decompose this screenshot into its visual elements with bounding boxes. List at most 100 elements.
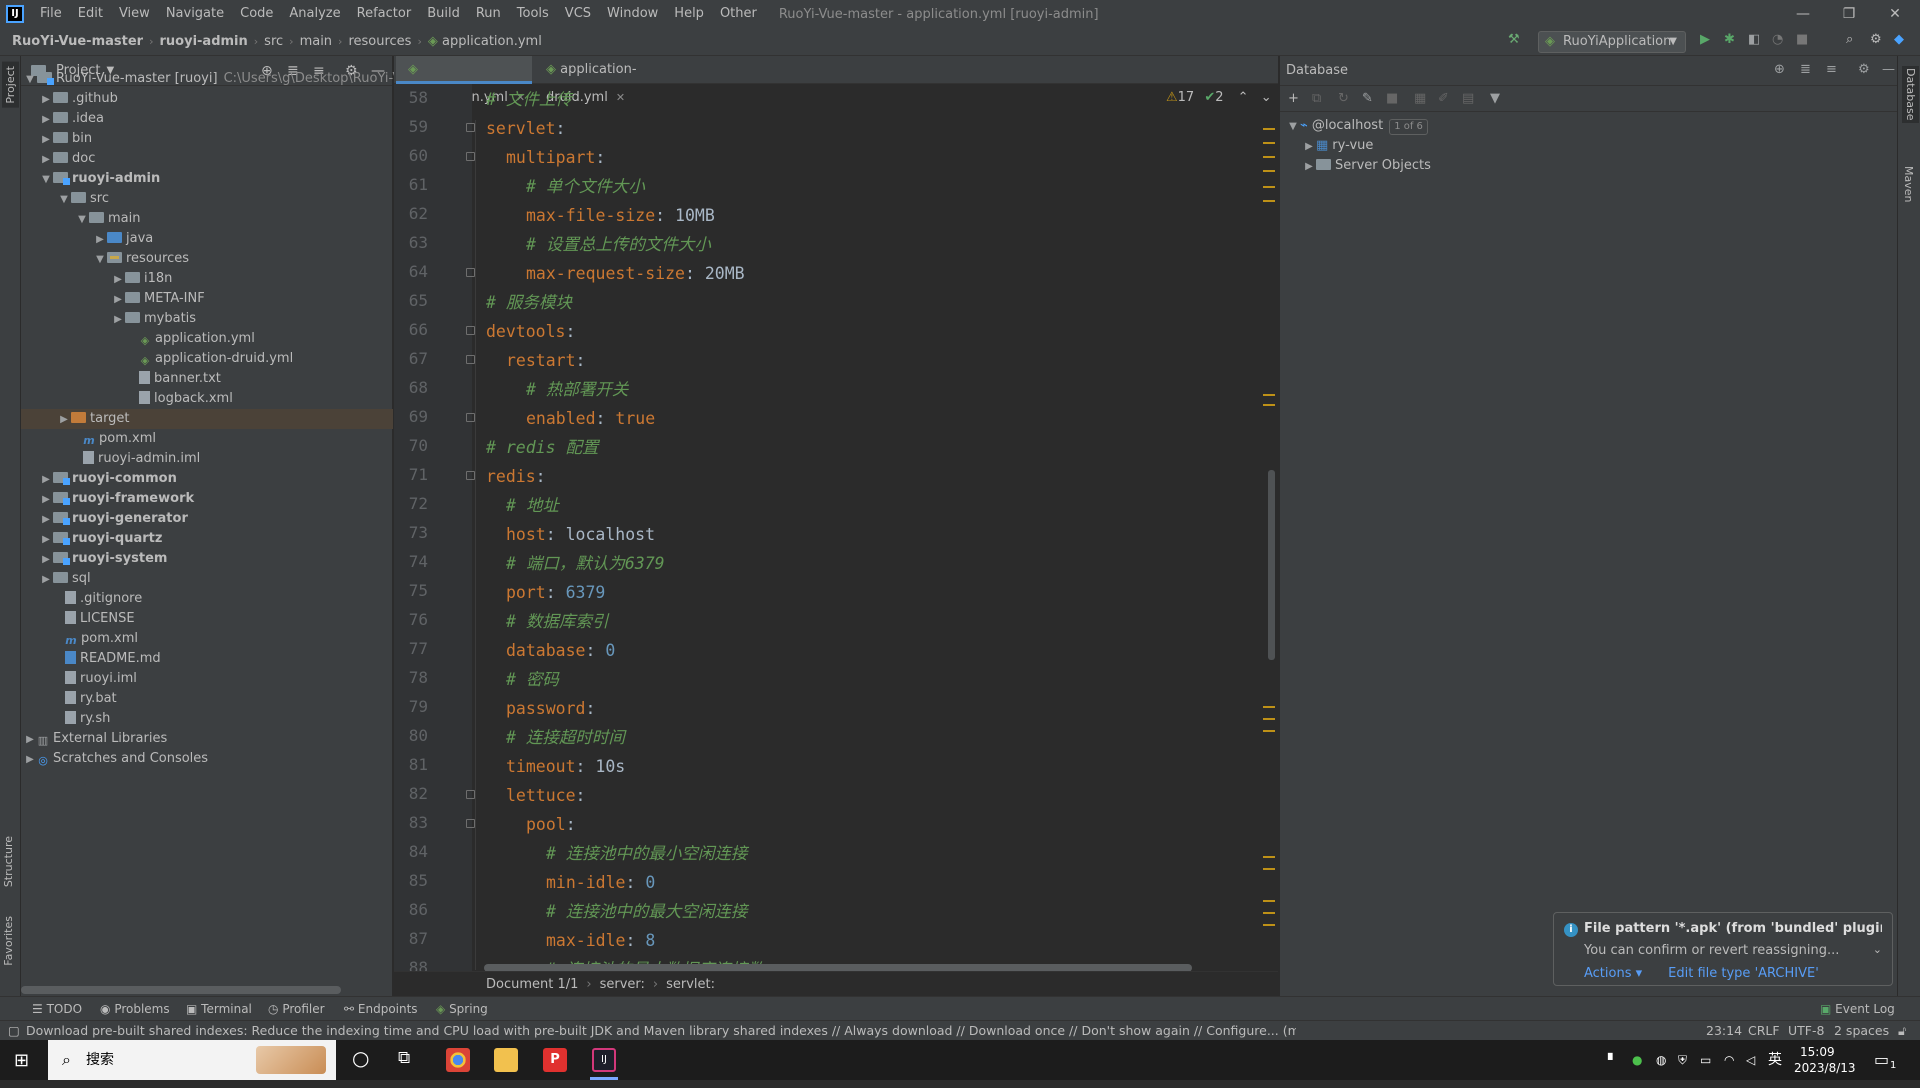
tree-item-main[interactable]: ▼ main (21, 209, 393, 229)
favorites-tool-tab[interactable]: Favorites (2, 916, 15, 966)
tree-item-application-druid-yml[interactable]: ◈ application-druid.yml (21, 349, 393, 369)
file-explorer-icon[interactable] (494, 1048, 518, 1072)
plugin-icon[interactable]: ◆ (1894, 32, 1904, 52)
run-configuration-select[interactable]: ◈ RuoYiApplication ▼ (1538, 31, 1686, 53)
project-tool-tab[interactable]: Project (2, 62, 19, 108)
tab-application-druid-yml[interactable]: ◈ application-druid.yml ✕ (534, 56, 704, 105)
line-number[interactable]: 77 (394, 639, 428, 658)
close-icon[interactable]: ✕ (1872, 0, 1918, 28)
tree-item-gitignore[interactable]: .gitignore (21, 589, 393, 609)
breadcrumb-main[interactable]: main (300, 34, 332, 49)
line-number[interactable]: 64 (394, 262, 428, 281)
tree-item-src[interactable]: ▼ src (21, 189, 393, 209)
breadcrumb-file[interactable]: ◈ application.yml (428, 34, 542, 49)
console-icon[interactable]: ▤ (1462, 91, 1474, 106)
tree-item-idea[interactable]: ▶ .idea (21, 109, 393, 129)
project-horizontal-scrollbar[interactable] (21, 986, 341, 994)
tree-item-meta-inf[interactable]: ▶ META-INF (21, 289, 393, 309)
line-number[interactable]: 76 (394, 610, 428, 629)
table-icon[interactable]: ▦ (1414, 91, 1426, 106)
notification-center-icon[interactable]: ▭ (1874, 1040, 1889, 1080)
taskbar-search[interactable]: ⌕ 搜索 (48, 1040, 336, 1080)
tree-item-resources[interactable]: ▼ resources (21, 249, 393, 269)
tree-item-ry-sh[interactable]: ry.sh (21, 709, 393, 729)
status-panel-icon[interactable]: ▢ (8, 1021, 20, 1041)
tree-item-github[interactable]: ▶ .github (21, 89, 393, 109)
status-message[interactable]: Download pre-built shared indexes: Reduc… (26, 1021, 1296, 1041)
line-number[interactable]: 62 (394, 204, 428, 223)
cortana-icon[interactable]: ○ (352, 1046, 369, 1070)
search-icon[interactable]: ⌕ (1846, 32, 1853, 52)
tree-item-pom-xml[interactable]: m pom.xml (21, 429, 393, 449)
warning-marker[interactable] (1263, 142, 1275, 144)
tree-item-license[interactable]: LICENSE (21, 609, 393, 629)
stop-icon[interactable]: ■ (1796, 32, 1808, 52)
profile-icon[interactable]: ◔ (1772, 32, 1783, 52)
tree-item-ruoyi-framework[interactable]: ▶ ruoyi-framework (21, 489, 393, 509)
warning-marker[interactable] (1263, 856, 1275, 858)
line-number[interactable]: 60 (394, 146, 428, 165)
breadcrumb-module[interactable]: ruoyi-admin (160, 34, 248, 49)
line-number[interactable]: 82 (394, 784, 428, 803)
event-log-tab[interactable]: ▣ Event Log (1820, 997, 1895, 1021)
breadcrumb-server[interactable]: server: (600, 977, 645, 992)
volume-icon[interactable]: ◁ (1746, 1040, 1755, 1080)
edit-icon[interactable]: ✐ (1438, 91, 1449, 106)
line-number[interactable]: 83 (394, 813, 428, 832)
tree-item-scratches[interactable]: ▶ ◎ Scratches and Consoles (21, 749, 393, 769)
tree-item-java[interactable]: ▶ java (21, 229, 393, 249)
task-view-icon[interactable]: ⧉ (398, 1048, 410, 1068)
warning-marker[interactable] (1263, 200, 1275, 202)
expand-all-icon[interactable]: ≣ (1800, 62, 1811, 77)
tab-application-yml[interactable]: ◈ application.yml✕ (396, 56, 532, 105)
notification-actions-link[interactable]: Actions ▾ (1584, 966, 1642, 981)
line-number[interactable]: 67 (394, 349, 428, 368)
coverage-icon[interactable]: ◧ (1748, 32, 1760, 52)
editor-vertical-scrollbar[interactable] (1268, 470, 1275, 660)
add-icon[interactable]: + (1288, 91, 1299, 106)
tree-item-mybatis[interactable]: ▶ mybatis (21, 309, 393, 329)
tree-item-banner-txt[interactable]: banner.txt (21, 369, 393, 389)
warning-marker[interactable] (1263, 404, 1275, 406)
line-number[interactable]: 74 (394, 552, 428, 571)
code-area[interactable]: # 文件上传 servlet: multipart: # 单个文件大小 max-file… (472, 84, 1252, 1027)
tree-item-readme[interactable]: README.md (21, 649, 393, 669)
menu-code[interactable]: Code (232, 0, 281, 28)
line-number[interactable]: 78 (394, 668, 428, 687)
locate-icon[interactable]: ⊕ (1774, 62, 1785, 77)
stop-icon[interactable]: ■ (1386, 91, 1398, 106)
gear-icon[interactable]: ⚙ (1858, 62, 1870, 77)
intellij-taskbar-icon[interactable]: IJ (592, 1048, 616, 1072)
db-host-item[interactable]: ▼ ⌁ @localhost 1 of 6 (1286, 116, 1428, 136)
database-tool-tab[interactable]: Database (1902, 66, 1919, 123)
breadcrumb-project[interactable]: RuoYi-Vue-master (12, 34, 143, 49)
steam-icon[interactable]: ◍ (1656, 1040, 1666, 1080)
inspection-widget[interactable]: ⚠17 ✔2 ⌃ ⌄ (1166, 90, 1272, 105)
menu-file[interactable]: File (32, 0, 70, 28)
menu-other[interactable]: Other (712, 0, 765, 28)
tree-item-ruoyi-quartz[interactable]: ▶ ruoyi-quartz (21, 529, 393, 549)
line-number[interactable]: 81 (394, 755, 428, 774)
terminal-tab[interactable]: ▣ Terminal (186, 997, 252, 1021)
warning-marker[interactable] (1263, 912, 1275, 914)
line-number[interactable]: 68 (394, 378, 428, 397)
duplicate-icon[interactable]: ⧉ (1312, 91, 1321, 106)
breadcrumb-src[interactable]: src (264, 34, 283, 49)
tree-item-external-libraries[interactable]: ▶ ▥ External Libraries (21, 729, 393, 749)
breadcrumb-resources[interactable]: resources (348, 34, 411, 49)
menu-vcs[interactable]: VCS (557, 0, 599, 28)
indent-setting[interactable]: 2 spaces (1834, 1021, 1889, 1041)
document-indicator[interactable]: Document 1/1 (486, 977, 578, 992)
profiler-tab[interactable]: ◷ Profiler (268, 997, 325, 1021)
clock-date[interactable]: 2023/8/13 (1794, 1048, 1856, 1088)
run-icon[interactable]: ▶ (1700, 32, 1710, 52)
line-number[interactable]: 69 (394, 407, 428, 426)
menu-navigate[interactable]: Navigate (158, 0, 232, 28)
collapse-all-icon[interactable]: ≡ (1826, 62, 1837, 77)
windows-start-icon[interactable]: ⊞ (14, 1050, 29, 1071)
menu-analyze[interactable]: Analyze (281, 0, 348, 28)
refresh-icon[interactable]: ↻ (1338, 91, 1349, 106)
line-number[interactable]: 61 (394, 175, 428, 194)
tree-item-ruoyi-admin-iml[interactable]: ruoyi-admin.iml (21, 449, 393, 469)
menu-refactor[interactable]: Refactor (349, 0, 420, 28)
